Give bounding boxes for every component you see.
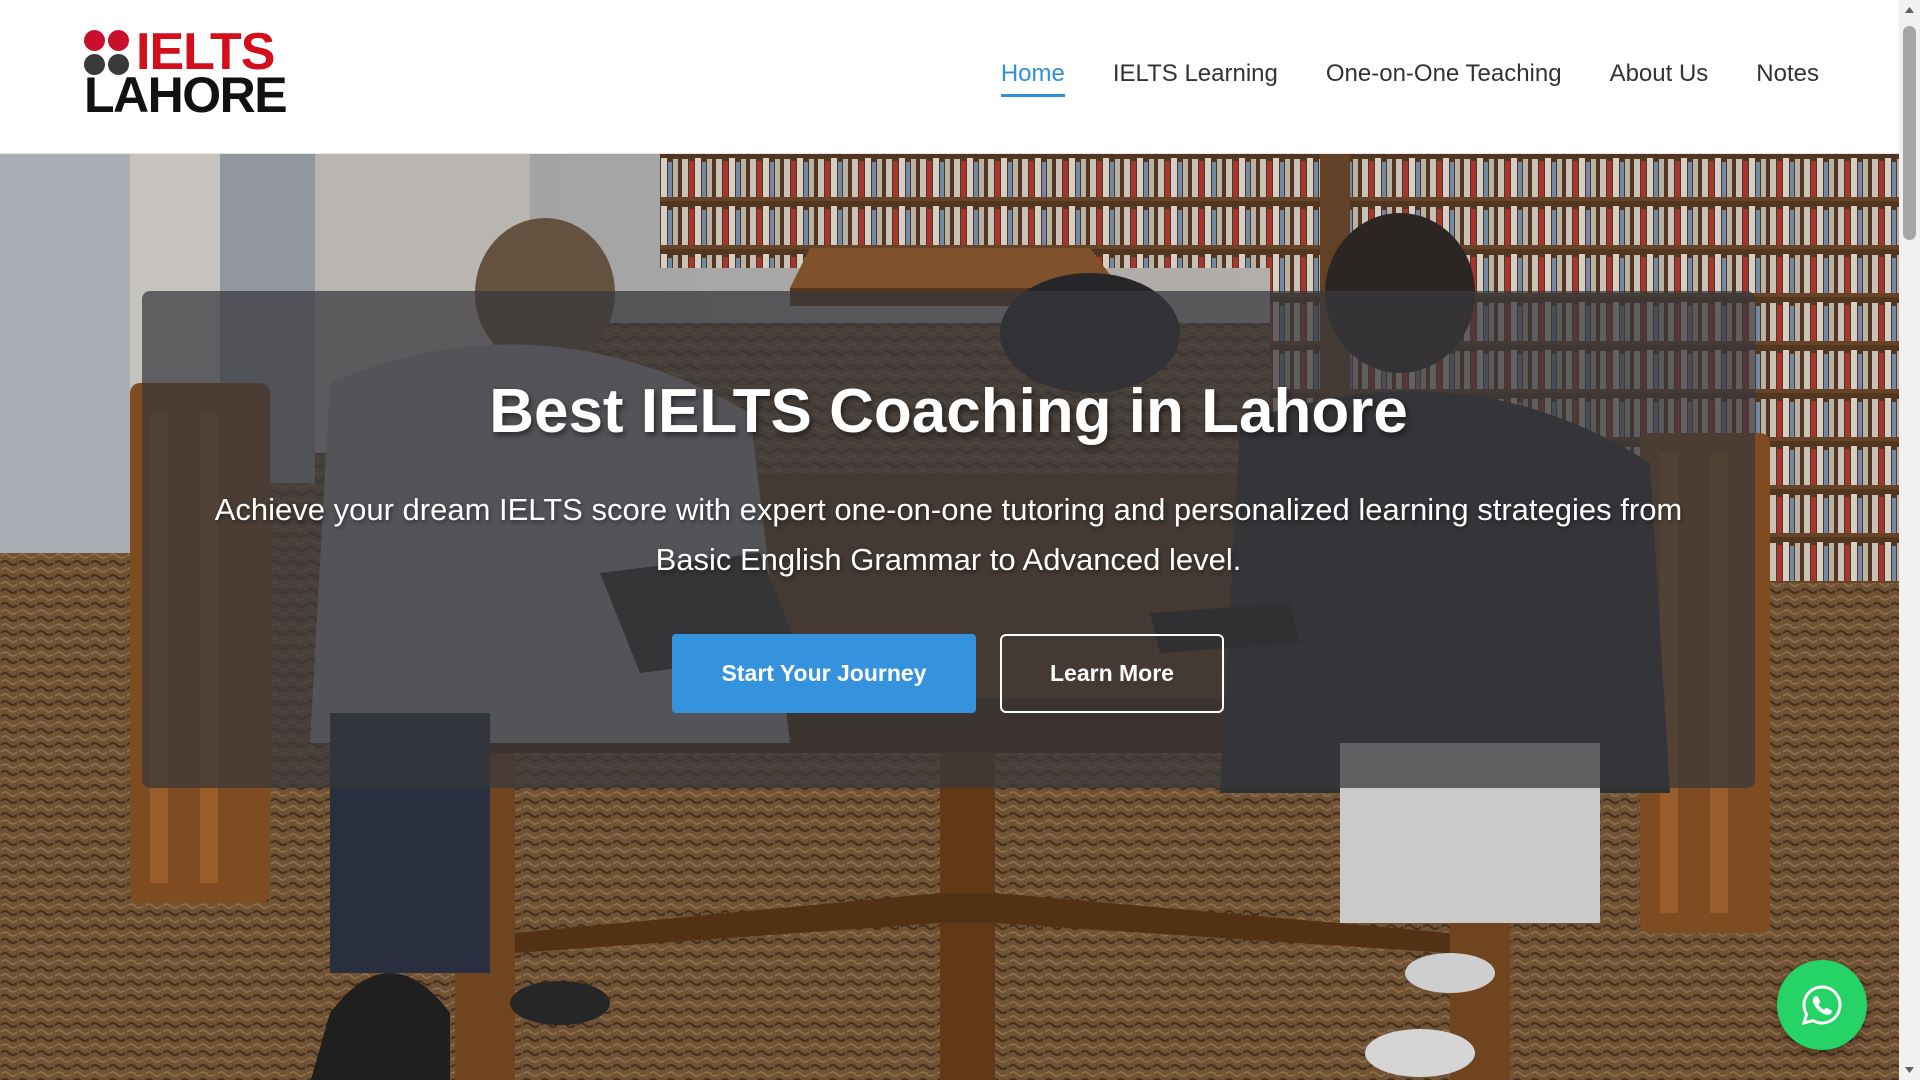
page-scrollbar[interactable] (1899, 0, 1920, 1080)
scroll-down-arrow-icon[interactable] (1903, 1064, 1916, 1076)
hero-subtitle: Achieve your dream IELTS score with expe… (214, 492, 1683, 577)
site-header: IELTS LAHORE Home IELTS Learning One-on-… (0, 0, 1899, 154)
whatsapp-icon (1801, 985, 1842, 1026)
logo-text-lahore: LAHORE (84, 67, 288, 123)
hero-title: Best IELTS Coaching in Lahore (489, 377, 1408, 446)
learn-more-button[interactable]: Learn More (1000, 634, 1224, 713)
main-nav: Home IELTS Learning One-on-One Teaching … (1000, 60, 1819, 97)
scroll-thumb[interactable] (1903, 26, 1916, 240)
nav-notes[interactable]: Notes (1756, 60, 1819, 97)
site-logo[interactable]: IELTS LAHORE (84, 26, 288, 120)
hero-card: Best IELTS Coaching in Lahore Achieve yo… (142, 291, 1755, 788)
whatsapp-button[interactable] (1777, 960, 1867, 1050)
nav-home[interactable]: Home (1000, 60, 1065, 97)
nav-one-on-one-teaching[interactable]: One-on-One Teaching (1326, 60, 1562, 97)
start-your-journey-button[interactable]: Start Your Journey (672, 634, 976, 713)
nav-about-us[interactable]: About Us (1610, 60, 1709, 97)
scroll-up-arrow-icon[interactable] (1903, 4, 1916, 16)
nav-ielts-learning[interactable]: IELTS Learning (1113, 60, 1278, 97)
